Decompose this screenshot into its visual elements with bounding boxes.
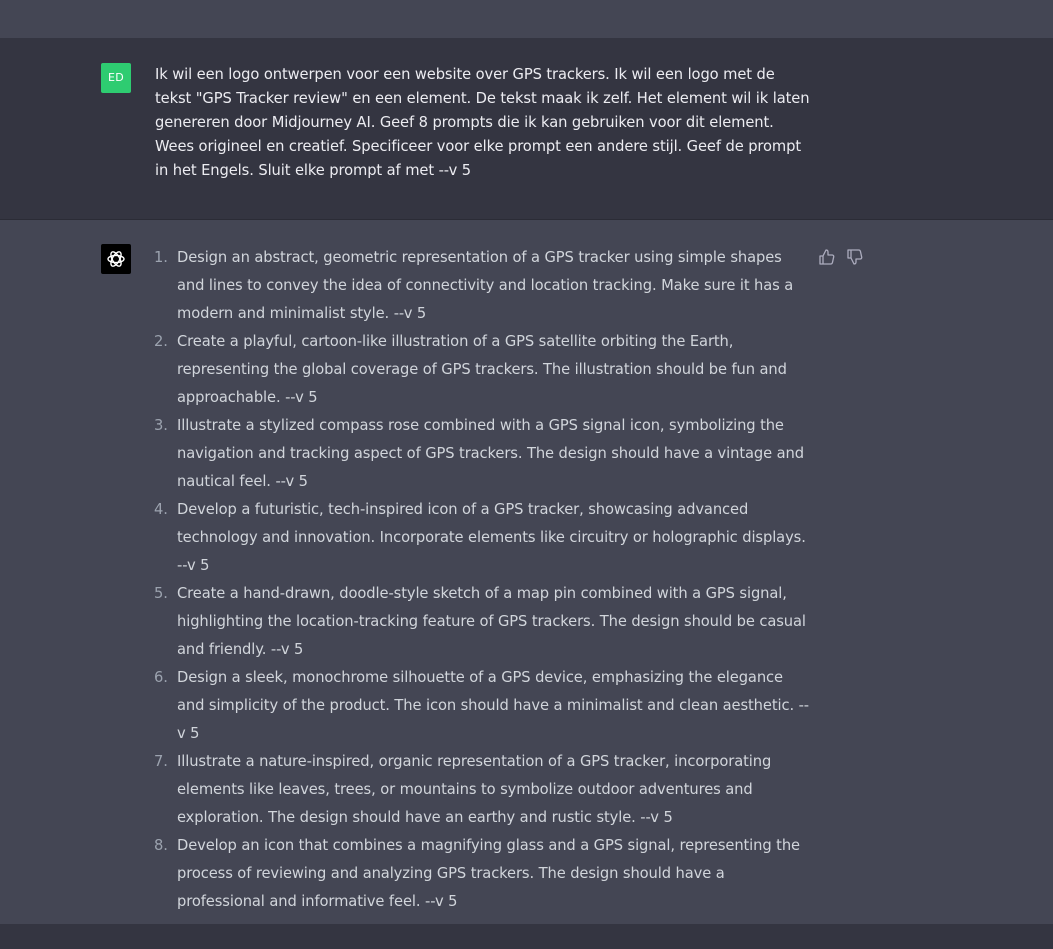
list-item: 1. Design an abstract, geometric represen… [154, 244, 814, 328]
list-item-text: Illustrate a nature-inspired, organic re… [177, 753, 772, 826]
list-number: 8. [154, 837, 168, 854]
list-number: 1. [154, 249, 168, 266]
list-item: 5. Create a hand-drawn, doodle-style sket… [154, 580, 814, 664]
user-message-text: Ik wil een logo ontwerpen voor een websi… [155, 66, 810, 179]
list-item: 4. Develop a futuristic, tech-inspired ic… [154, 496, 814, 580]
list-item-text: Illustrate a stylized compass rose combi… [177, 417, 804, 490]
list-item: 3. Illustrate a stylized compass rose com… [154, 412, 814, 496]
top-strip [0, 0, 1053, 38]
list-number: 5. [154, 585, 168, 602]
list-item-text: Create a hand-drawn, doodle-style sketch… [177, 585, 806, 658]
list-number: 2. [154, 333, 168, 350]
bottom-strip [0, 924, 1053, 949]
list-number: 4. [154, 501, 168, 518]
list-item-text: Design a sleek, monochrome silhouette of… [177, 669, 809, 742]
prompt-list: 1. Design an abstract, geometric represen… [154, 244, 814, 916]
list-item: 7. Illustrate a nature-inspired, organic … [154, 748, 814, 832]
assistant-message: 1. Design an abstract, geometric represen… [0, 220, 1053, 924]
list-item-text: Create a playful, cartoon-like illustrat… [177, 333, 787, 406]
list-item: 6. Design a sleek, monochrome silhouette … [154, 664, 814, 748]
thumbs-up-icon[interactable] [818, 248, 836, 266]
user-message: ED Ik wil een logo ontwerpen voor een we… [0, 38, 1053, 220]
list-number: 6. [154, 669, 168, 686]
list-number: 3. [154, 417, 168, 434]
openai-logo-icon [101, 244, 131, 274]
list-item-text: Develop an icon that combines a magnifyi… [177, 837, 800, 910]
user-avatar: ED [101, 63, 131, 93]
list-number: 7. [154, 753, 168, 770]
list-item-text: Develop a futuristic, tech-inspired icon… [177, 501, 806, 574]
list-item: 8. Develop an icon that combines a magnif… [154, 832, 814, 916]
list-item: 2. Create a playful, cartoon-like illustr… [154, 328, 814, 412]
thumbs-down-icon[interactable] [846, 248, 864, 266]
list-item-text: Design an abstract, geometric representa… [177, 249, 794, 322]
